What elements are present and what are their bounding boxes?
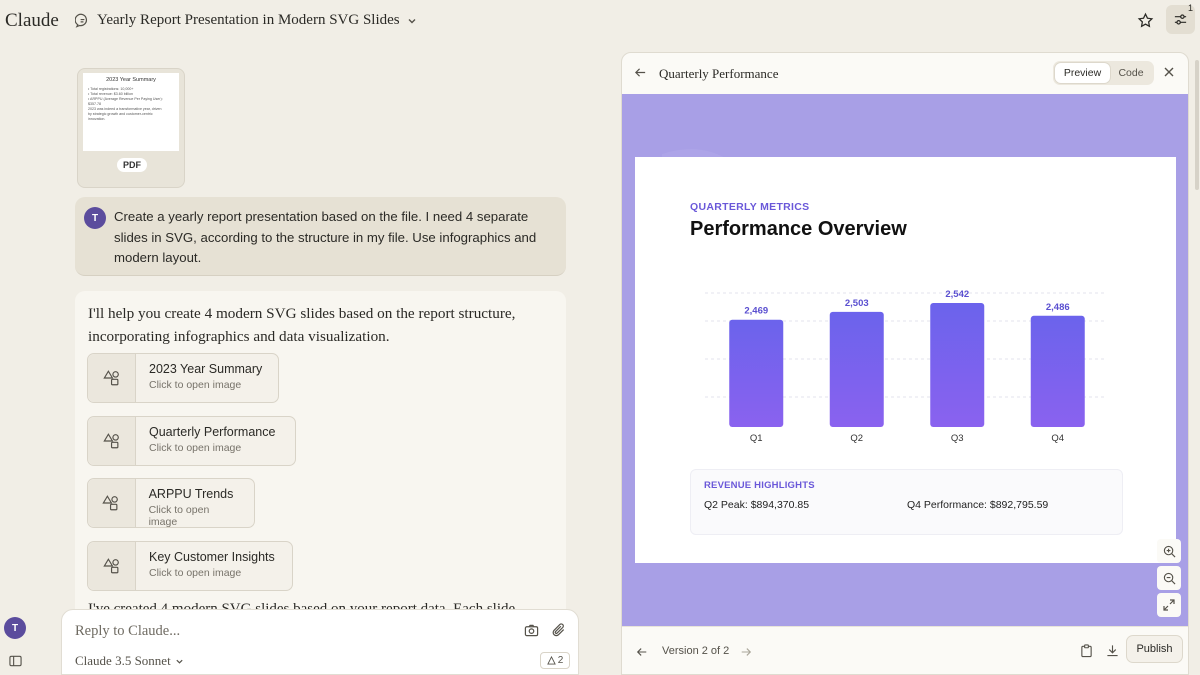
- bar-q1: [729, 319, 784, 427]
- chat-bubble-icon: [75, 13, 90, 28]
- zoom-in-button[interactable]: [1157, 539, 1181, 563]
- shapes-icon: [88, 417, 136, 465]
- category-label: Q2: [850, 433, 863, 444]
- next-version-icon[interactable]: [740, 646, 752, 658]
- camera-icon[interactable]: [524, 623, 539, 638]
- category-label: Q4: [1051, 433, 1064, 444]
- artifact-card-key-customer-insights[interactable]: Key Customer Insights Click to open imag…: [87, 541, 293, 591]
- back-arrow-icon[interactable]: [634, 66, 647, 79]
- reply-input[interactable]: [75, 623, 495, 640]
- scrollbar[interactable]: [1195, 60, 1199, 190]
- user-message-text: Create a yearly report presentation base…: [114, 209, 537, 265]
- settings-sliders-button[interactable]: 1: [1166, 3, 1195, 34]
- artifact-card-quarterly-performance[interactable]: Quarterly Performance Click to open imag…: [87, 416, 296, 466]
- bar-q2: [829, 311, 884, 427]
- expand-icon: [1163, 599, 1175, 611]
- paperclip-icon[interactable]: [551, 622, 566, 638]
- shapes-icon: [88, 542, 136, 590]
- bar-q4: [1030, 315, 1085, 427]
- user-message: T Create a yearly report presentation ba…: [75, 197, 566, 276]
- pdf-preview-page: 2023 Year Summary • Total registrations:…: [83, 73, 179, 151]
- star-icon[interactable]: [1133, 9, 1157, 31]
- highlight-q2: Q2 Peak: $894,370.85: [704, 499, 810, 511]
- artifact-subtitle: Click to open image: [149, 442, 242, 454]
- zoom-out-button[interactable]: [1157, 566, 1181, 590]
- shapes-icon: [88, 479, 136, 527]
- account-avatar[interactable]: T: [4, 617, 26, 639]
- slide-eyebrow: QUARTERLY METRICS: [690, 201, 810, 213]
- model-selector[interactable]: Claude 3.5 Sonnet: [75, 653, 184, 669]
- pdf-preview-line: innovation.: [88, 117, 106, 121]
- artifact-preview: 2,469 Q1 2,503 Q2 2,542 Q3 2,486 Q4 QUARTERLY M…: [622, 94, 1188, 626]
- publish-button[interactable]: Publish: [1126, 635, 1183, 663]
- settings-badge: 1: [1187, 3, 1193, 13]
- highlight-q4: Q4 Performance: $892,795.59: [907, 499, 1049, 511]
- bar-value-label: 2,469: [744, 306, 768, 317]
- panel-title: Quarterly Performance: [659, 66, 779, 81]
- pdf-attachment[interactable]: 2023 Year Summary • Total registrations:…: [77, 68, 185, 188]
- bar-value-label: 2,503: [845, 298, 869, 309]
- zoom-in-icon: [1163, 545, 1176, 558]
- close-icon[interactable]: [1163, 66, 1175, 78]
- category-label: Q1: [750, 433, 763, 444]
- tab-code[interactable]: Code: [1110, 63, 1152, 83]
- panel-footer: Version 2 of 2 Publish: [622, 626, 1188, 674]
- shapes-icon: [88, 354, 136, 402]
- person-icon: [546, 656, 556, 665]
- revenue-highlights: REVENUE HIGHLIGHTS Q2 Peak: $894,370.85 …: [690, 469, 1123, 535]
- chat-title-text: Yearly Report Presentation in Modern SVG…: [97, 12, 400, 28]
- artifact-panel: Quarterly Performance Preview Code 2,469…: [621, 52, 1189, 675]
- slide: 2,469 Q1 2,503 Q2 2,542 Q3 2,486 Q4 QUARTERLY M…: [635, 157, 1176, 563]
- panel-header: Quarterly Performance Preview Code: [622, 53, 1188, 94]
- reply-composer: Claude 3.5 Sonnet 2: [61, 609, 579, 675]
- artifact-subtitle: Click to open image: [148, 504, 210, 528]
- highlights-title: REVENUE HIGHLIGHTS: [704, 480, 815, 491]
- bar-q3: [930, 303, 985, 427]
- pdf-preview-title: 2023 Year Summary: [106, 77, 156, 83]
- claude-logo[interactable]: Claude: [5, 10, 59, 32]
- artifact-title: ARPPU Trends: [148, 487, 234, 501]
- zoom-out-icon: [1163, 572, 1176, 585]
- chevron-down-icon: [175, 657, 184, 666]
- slide-title: Performance Overview: [690, 218, 907, 240]
- chevron-down-icon: [407, 16, 417, 26]
- view-toggle: Preview Code: [1053, 61, 1154, 85]
- artifact-title: Quarterly Performance: [149, 425, 276, 439]
- artifact-card-arppu-trends[interactable]: ARPPU Trends Click to open image: [87, 478, 255, 528]
- bar-value-label: 2,486: [1046, 302, 1070, 313]
- sidebar-toggle-icon[interactable]: [9, 655, 22, 667]
- artifact-subtitle: Click to open image: [149, 379, 242, 391]
- previous-version-icon[interactable]: [636, 646, 648, 658]
- fullscreen-button[interactable]: [1157, 593, 1181, 617]
- bar-value-label: 2,542: [945, 289, 969, 300]
- style-selector[interactable]: 2: [540, 652, 570, 669]
- artifact-title: Key Customer Insights: [149, 550, 275, 564]
- clipboard-icon[interactable]: [1080, 644, 1093, 658]
- assistant-message: I'll help you create 4 modern SVG slides…: [75, 291, 566, 621]
- tab-preview[interactable]: Preview: [1055, 63, 1110, 83]
- artifact-card-year-summary[interactable]: 2023 Year Summary Click to open image: [87, 353, 279, 403]
- sliders-icon: [1173, 12, 1188, 27]
- user-avatar: T: [84, 207, 106, 229]
- pdf-type-badge: PDF: [117, 158, 147, 172]
- assistant-intro-text: I'll help you create 4 modern SVG slides…: [88, 305, 516, 345]
- chat-title-menu[interactable]: Yearly Report Presentation in Modern SVG…: [75, 12, 417, 29]
- artifact-title: 2023 Year Summary: [149, 362, 263, 376]
- style-count: 2: [557, 655, 564, 666]
- model-name: Claude 3.5 Sonnet: [75, 653, 171, 668]
- version-label: Version 2 of 2: [662, 645, 730, 657]
- download-icon[interactable]: [1106, 644, 1119, 657]
- artifact-subtitle: Click to open image: [149, 567, 242, 579]
- category-label: Q3: [951, 433, 964, 444]
